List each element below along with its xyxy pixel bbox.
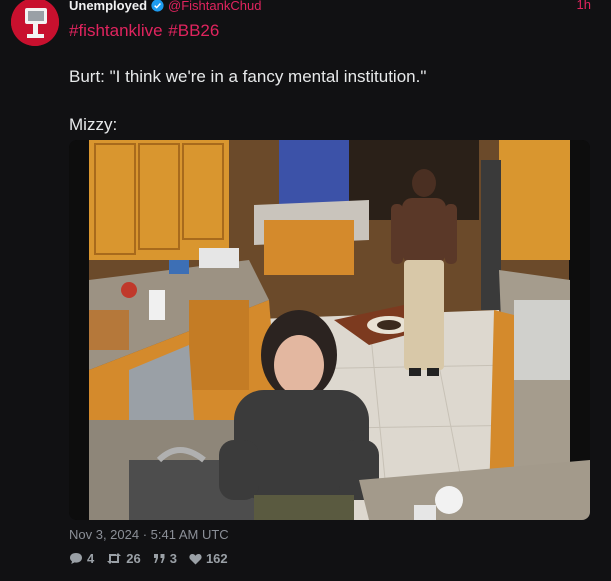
repost-icon [107, 553, 122, 564]
reply-button[interactable]: 4 [69, 551, 94, 566]
quote-count: 3 [169, 551, 177, 566]
quote-button[interactable]: 3 [153, 551, 177, 566]
post-actions: 4 26 3 162 [69, 551, 228, 566]
display-name[interactable]: Unemployed [69, 0, 147, 13]
like-count: 162 [205, 551, 228, 566]
post: Unemployed @FishtankChud 1h #fishtankliv… [0, 0, 611, 581]
post-timestamp[interactable]: Nov 3, 2024 · 5:41 AM UTC [69, 527, 229, 542]
avatar[interactable] [11, 0, 59, 46]
camera-logo-icon [11, 0, 59, 46]
author-row: Unemployed @FishtankChud [69, 0, 261, 13]
reply-icon [70, 553, 82, 564]
verified-badge-icon [151, 0, 164, 12]
hashtags[interactable]: #fishtanklive #BB26 [69, 21, 219, 41]
repost-count: 26 [126, 551, 141, 566]
post-image[interactable] [69, 140, 590, 520]
reply-count: 4 [87, 551, 95, 566]
relative-time[interactable]: 1h [577, 0, 591, 12]
repost-button[interactable]: 26 [106, 551, 141, 566]
author-handle[interactable]: @FishtankChud [168, 0, 261, 13]
like-button[interactable]: 162 [189, 551, 228, 566]
heart-icon [189, 553, 202, 564]
post-text-quote: Burt: "I think we're in a fancy mental i… [69, 67, 427, 86]
kitchen-camera-photo [69, 140, 590, 520]
quote-icon [153, 553, 165, 563]
post-text-speaker: Mizzy: [69, 115, 118, 134]
